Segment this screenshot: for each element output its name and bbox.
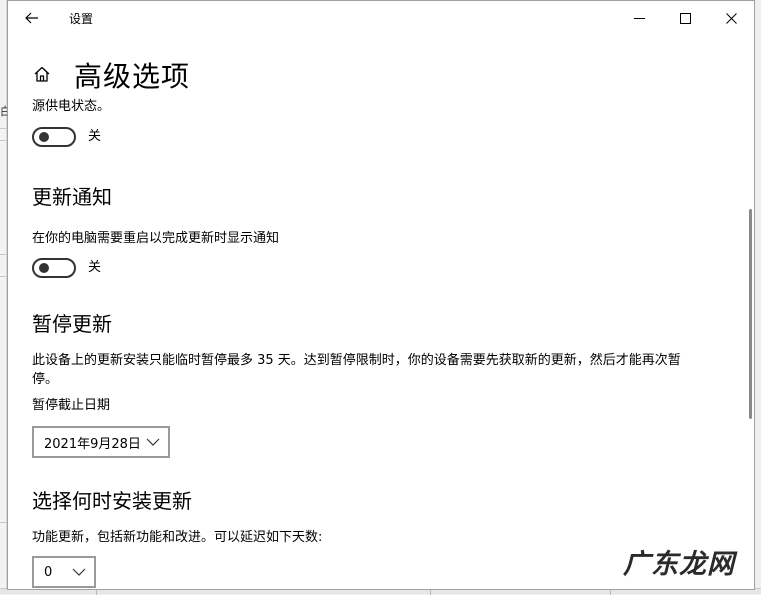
pause-date-dropdown[interactable]: 2021年9月28日 [32, 426, 170, 458]
pause-updates-heading: 暂停更新 [32, 312, 112, 336]
close-button[interactable] [708, 1, 754, 35]
close-icon [725, 12, 737, 24]
window-title: 设置 [69, 12, 94, 26]
back-arrow-icon [25, 12, 38, 24]
power-toggle-state: 关 [88, 129, 102, 144]
back-button[interactable] [16, 3, 48, 33]
pause-date-label: 暂停截止日期 [32, 398, 111, 413]
watermark-logo: 广东龙网 [623, 549, 735, 580]
settings-window: 设置 高级选项 源供电状态。 关 更新通知 在你的电脑需要重启以完成更新时显示通… [7, 0, 755, 590]
maximize-icon [679, 12, 691, 24]
background-divider [0, 128, 7, 129]
minimize-button[interactable] [616, 1, 662, 35]
maximize-button[interactable] [662, 1, 708, 35]
background-divider [0, 254, 7, 255]
power-description: 源供电状态。 [32, 99, 111, 114]
power-toggle[interactable] [32, 127, 76, 147]
update-notifications-description: 在你的电脑需要重启以完成更新时显示通知 [32, 231, 280, 246]
toggle-knob [39, 132, 49, 142]
home-icon [34, 66, 50, 82]
toggle-knob [39, 263, 49, 273]
chevron-down-icon [72, 568, 86, 576]
chevron-down-icon [146, 438, 160, 446]
feature-update-days-dropdown[interactable]: 0 [32, 556, 96, 588]
pause-updates-description-line1: 此设备上的更新安装只能临时暂停最多 35 天。达到暂停限制时，你的设备需要先获取… [32, 353, 681, 368]
update-notifications-toggle-state: 关 [88, 260, 102, 275]
background-divider [0, 140, 7, 141]
page-title: 高级选项 [74, 60, 191, 93]
minimize-icon [633, 17, 645, 19]
pause-updates-description-line2: 停。 [32, 372, 59, 387]
pause-date-value: 2021年9月28日 [44, 436, 141, 452]
vertical-scrollbar[interactable] [747, 35, 754, 589]
update-notifications-toggle[interactable] [32, 258, 76, 278]
update-notifications-heading: 更新通知 [32, 185, 112, 209]
background-window-right [755, 0, 761, 594]
install-timing-heading: 选择何时安装更新 [32, 489, 192, 513]
background-divider [0, 522, 7, 523]
background-window-left: 白 [0, 0, 11, 594]
home-button[interactable] [30, 62, 54, 86]
title-bar: 设置 [8, 1, 754, 35]
content-scroll-area: 源供电状态。 关 更新通知 在你的电脑需要重启以完成更新时显示通知 关 暂停更新… [8, 97, 748, 589]
feature-update-days-value: 0 [44, 564, 53, 580]
background-divider [0, 276, 7, 277]
scrollbar-thumb[interactable] [749, 209, 752, 419]
feature-update-label: 功能更新，包括新功能和改进。可以延迟如下天数: [32, 530, 323, 545]
